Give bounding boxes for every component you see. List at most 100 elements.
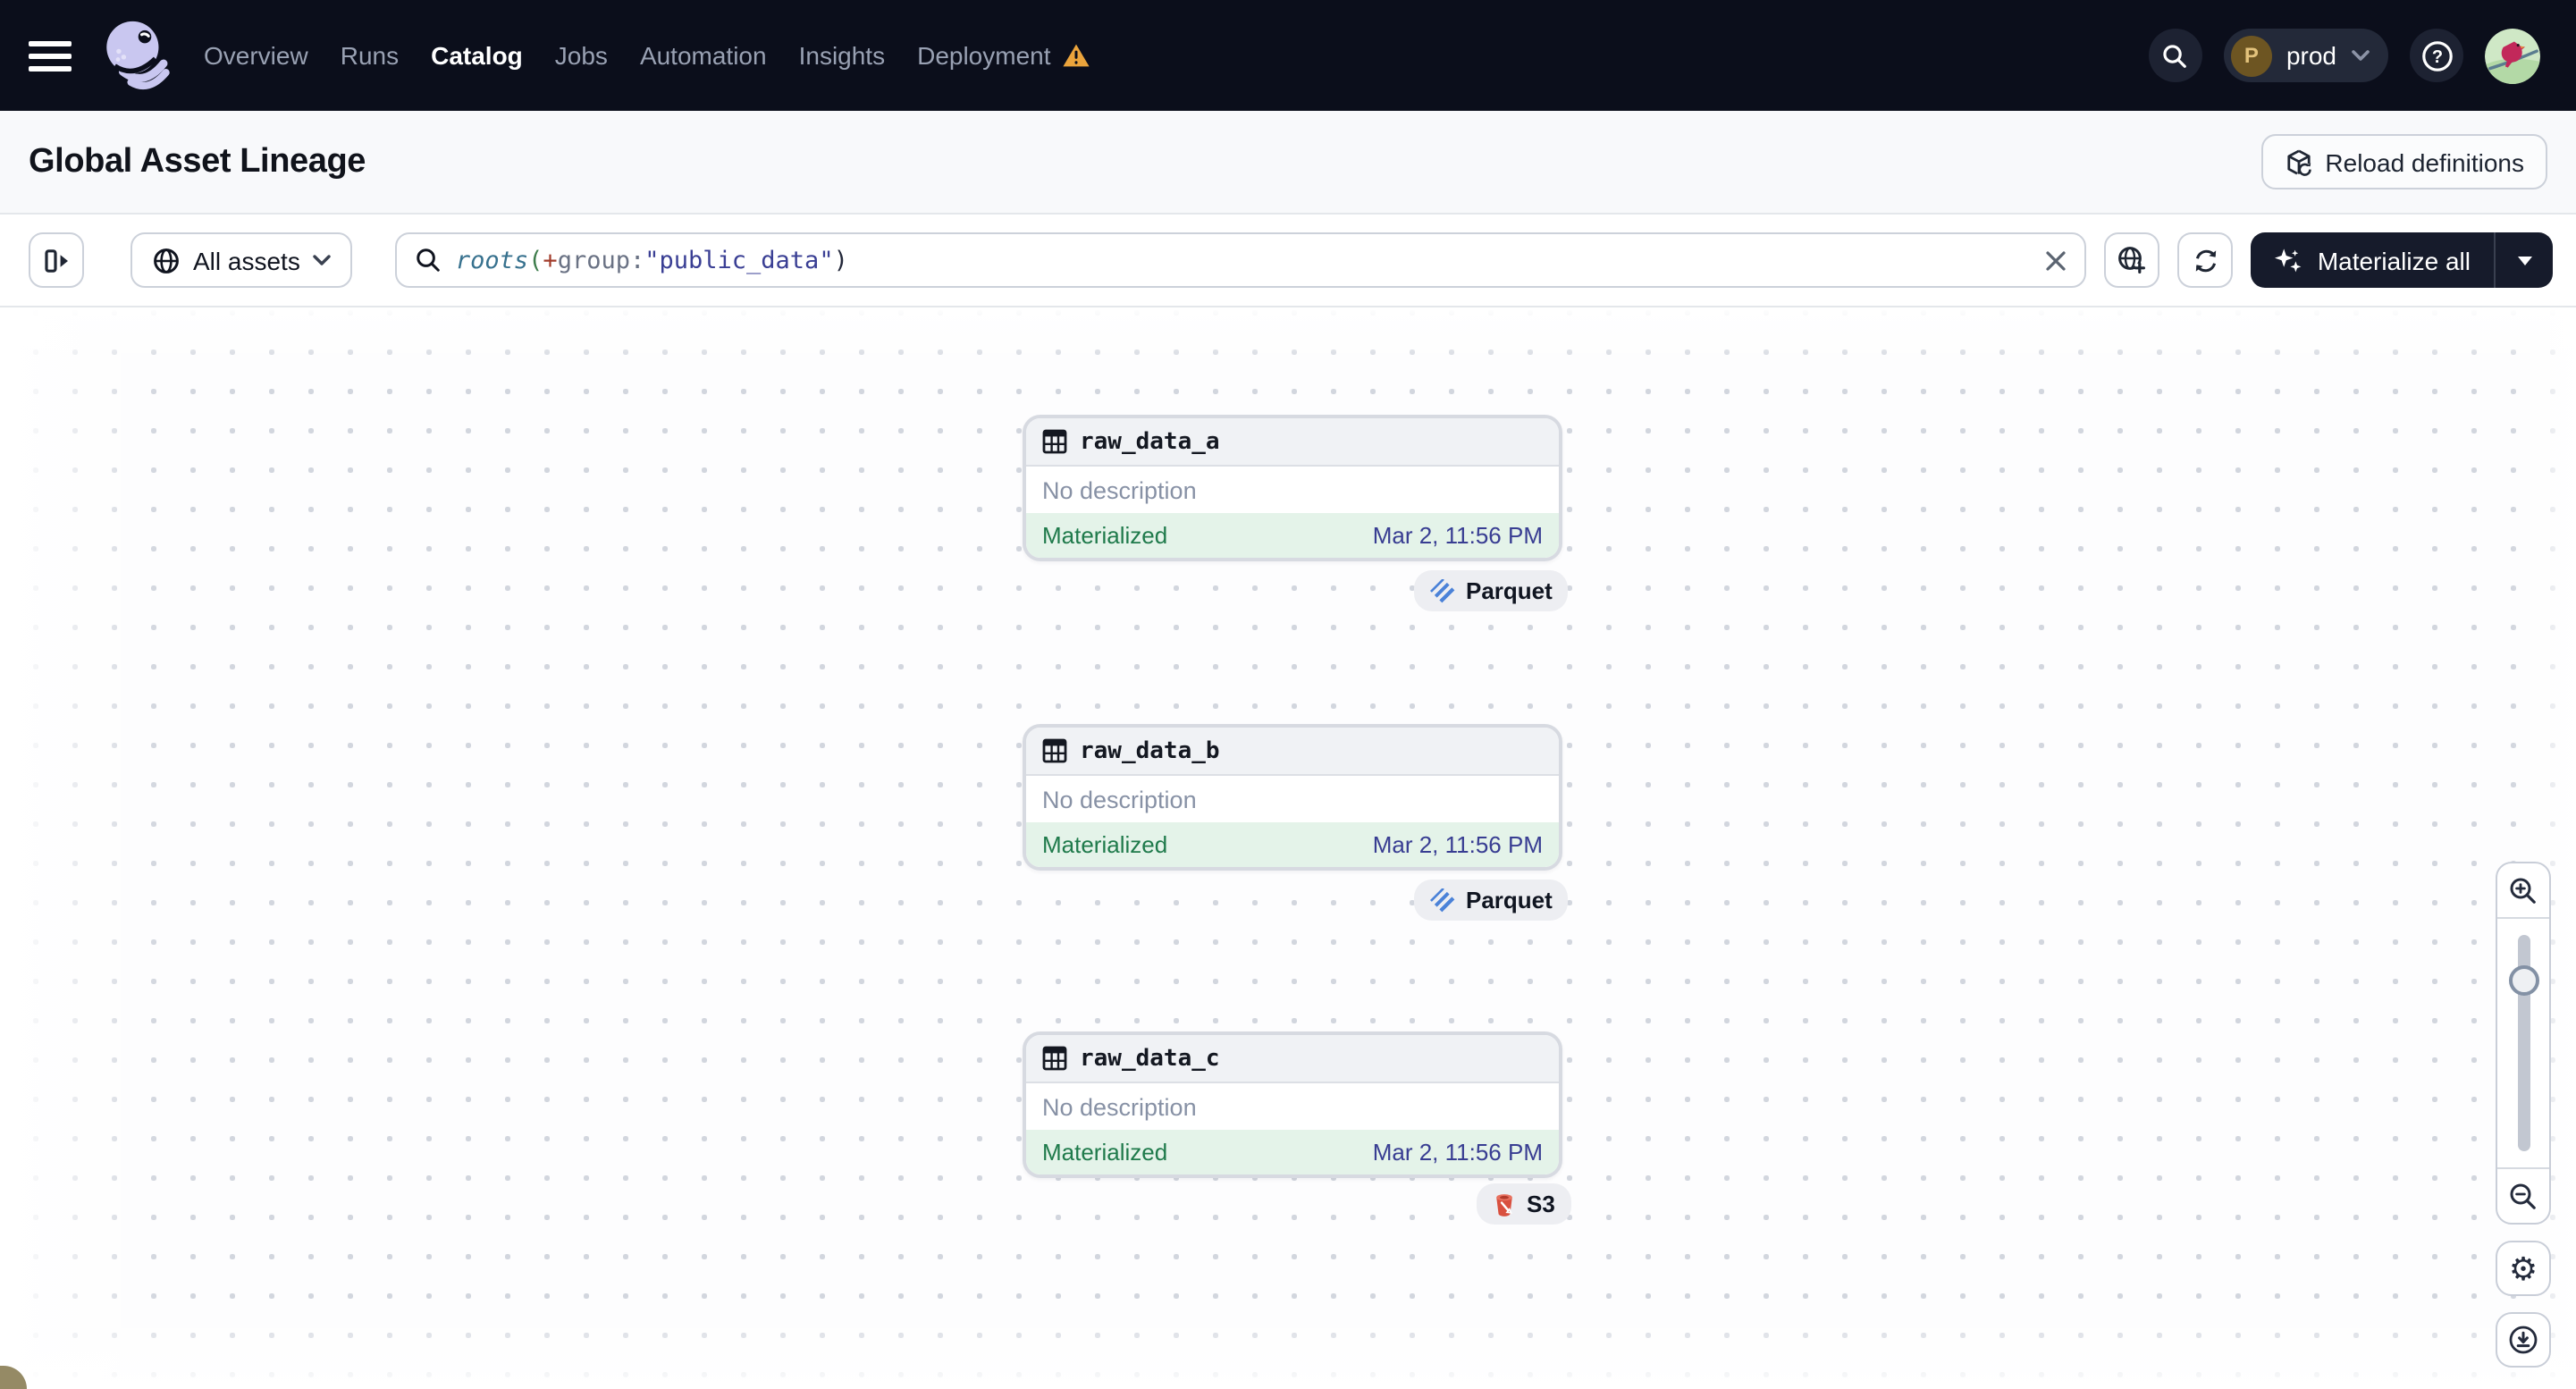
asset-selection-query: roots ( + group: "public_data" ) (456, 246, 848, 274)
asset-materialized-timestamp[interactable]: Mar 2, 11:56 PM (1373, 1139, 1543, 1166)
materialize-all-button[interactable]: Materialize all (2252, 232, 2494, 288)
caret-down-icon (2517, 256, 2531, 265)
open-side-panel-button[interactable] (29, 232, 84, 288)
asset-status: Materialized (1042, 522, 1168, 549)
asset-selection-input[interactable]: roots ( + group: "public_data" ) (394, 232, 2087, 288)
zoom-out-button[interactable] (2497, 1169, 2549, 1223)
canvas-fade-top (0, 307, 2576, 368)
svg-text:?: ? (2431, 46, 2442, 66)
chevron-down-icon (313, 255, 331, 265)
asset-status-row: Materialized Mar 2, 11:56 PM (1026, 513, 1559, 558)
nav-item-label: Overview (204, 41, 308, 70)
asset-scope-dropdown[interactable]: All assets (130, 232, 352, 288)
query-token-attribute: group: (557, 246, 645, 274)
query-token-paren: ( (528, 246, 543, 274)
materialize-options-dropdown[interactable] (2496, 232, 2553, 288)
materialize-all-label: Materialize all (2317, 246, 2471, 274)
parquet-icon (1430, 578, 1455, 603)
query-token-string: "public_data" (644, 246, 834, 274)
asset-node-raw_data_a[interactable]: raw_data_a No description Materialized M… (1023, 415, 1562, 561)
clear-search-button[interactable] (2046, 249, 2067, 271)
nav-item-label: Catalog (431, 41, 523, 70)
chevron-down-icon (2352, 50, 2370, 61)
global-search-button[interactable] (2148, 29, 2202, 82)
settings-gear-icon: ⚙ (2508, 1250, 2538, 1286)
asset-name: raw_data_b (1080, 737, 1220, 764)
download-graph-button[interactable] (2496, 1312, 2551, 1368)
asset-description: No description (1042, 786, 1197, 812)
query-token-function: roots (455, 246, 529, 274)
asset-materialized-timestamp[interactable]: Mar 2, 11:56 PM (1373, 522, 1543, 549)
nav-item-catalog[interactable]: Catalog (431, 41, 523, 70)
search-icon (417, 248, 440, 272)
close-icon (2047, 250, 2067, 270)
nav-item-insights[interactable]: Insights (799, 41, 886, 70)
nav-item-overview[interactable]: Overview (204, 41, 308, 70)
refresh-button[interactable] (2177, 232, 2234, 288)
nav-links: Overview Runs Catalog Jobs Automation In… (204, 41, 1090, 70)
asset-materialized-timestamp[interactable]: Mar 2, 11:56 PM (1373, 831, 1543, 858)
nav-item-jobs[interactable]: Jobs (555, 41, 608, 70)
help-question-icon: ? (2421, 40, 2452, 71)
download-icon (2509, 1326, 2538, 1354)
zoom-slider-handle[interactable] (2508, 965, 2538, 996)
asset-status-row: Materialized Mar 2, 11:56 PM (1026, 1130, 1559, 1174)
asset-status-row: Materialized Mar 2, 11:56 PM (1026, 822, 1559, 867)
materialize-all-split-button: Materialize all (2251, 232, 2553, 288)
warning-triangle-icon (1062, 44, 1090, 67)
asset-status: Materialized (1042, 1139, 1168, 1166)
asset-node-raw_data_b[interactable]: raw_data_b No description Materialized M… (1023, 724, 1562, 871)
storage-kind-label: Parquet (1466, 577, 1553, 604)
storage-kind-badge-s3[interactable]: S3 (1477, 1183, 1571, 1225)
nav-item-runs[interactable]: Runs (341, 41, 399, 70)
zoom-in-icon (2510, 877, 2536, 903)
deployment-switcher[interactable]: P prod (2223, 29, 2388, 82)
view-full-graph-button[interactable] (2104, 232, 2160, 288)
nav-item-automation[interactable]: Automation (640, 41, 767, 70)
reload-definitions-icon (2286, 148, 2311, 175)
storage-kind-label: Parquet (1466, 887, 1553, 913)
nav-item-label: Jobs (554, 41, 608, 70)
asset-node-header: raw_data_c (1026, 1035, 1559, 1083)
nav-right-cluster: P prod ? (2148, 28, 2576, 83)
nav-item-label: Runs (340, 41, 400, 70)
storage-kind-badge-parquet[interactable]: Parquet (1414, 570, 1569, 611)
hamburger-menu-icon[interactable] (29, 40, 72, 71)
nav-item-deployment[interactable]: Deployment (917, 41, 1090, 70)
parquet-icon (1430, 888, 1455, 913)
asset-description: No description (1042, 1093, 1197, 1120)
graph-settings-button[interactable]: ⚙ (2496, 1241, 2551, 1296)
query-token-operator: + (543, 246, 558, 274)
zoom-slider (2497, 917, 2549, 1169)
help-button[interactable]: ? (2410, 29, 2463, 82)
page-header: Global Asset Lineage Reload definitions (0, 111, 2576, 215)
page-title: Global Asset Lineage (29, 142, 366, 180)
asset-status: Materialized (1042, 831, 1168, 858)
s3-bucket-icon (1496, 1193, 1512, 1216)
zoom-out-icon (2510, 1183, 2536, 1208)
top-nav: Overview Runs Catalog Jobs Automation In… (0, 0, 2576, 111)
zoom-in-button[interactable] (2497, 863, 2549, 917)
canvas-fade-bottom (0, 1307, 2576, 1389)
table-icon (1042, 738, 1067, 763)
lineage-toolbar: All assets roots ( + group: "public_data… (0, 215, 2576, 307)
deployment-name: prod (2286, 41, 2336, 70)
asset-node-raw_data_c[interactable]: raw_data_c No description Materialized M… (1023, 1031, 1562, 1178)
dagster-app-window: Overview Runs Catalog Jobs Automation In… (0, 0, 2576, 1389)
deployment-avatar: P (2230, 35, 2272, 76)
storage-kind-badge-parquet[interactable]: Parquet (1414, 880, 1569, 921)
dagster-logo-icon[interactable] (100, 18, 172, 93)
asset-node-header: raw_data_a (1026, 418, 1559, 467)
asset-name: raw_data_a (1080, 428, 1220, 455)
search-icon (2164, 44, 2187, 67)
lineage-graph-canvas[interactable]: raw_data_a No description Materialized M… (0, 307, 2576, 1389)
reload-definitions-button[interactable]: Reload definitions (2260, 134, 2547, 189)
canvas-fade-right (2512, 307, 2576, 1389)
table-icon (1042, 1046, 1067, 1071)
user-avatar[interactable] (2485, 28, 2540, 83)
minimap-corner (0, 1366, 27, 1389)
nav-item-label: Deployment (917, 41, 1051, 70)
table-icon (1042, 429, 1067, 454)
sparkles-icon (2275, 248, 2302, 272)
panel-toggle-icon (44, 248, 67, 272)
